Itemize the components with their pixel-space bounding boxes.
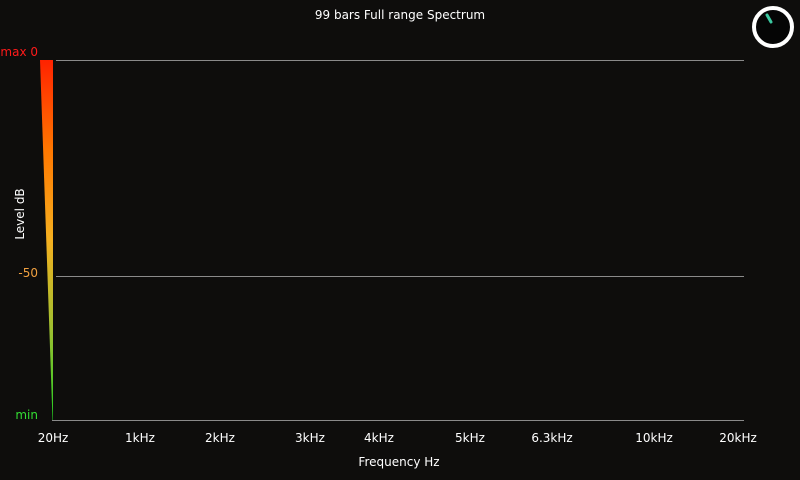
y-label-max: max 0 (0, 45, 38, 59)
x-tick-3khz: 3kHz (295, 431, 325, 445)
x-axis-title: Frequency Hz (358, 455, 440, 469)
y-axis-title: Level dB (13, 188, 27, 240)
x-tick-2khz: 2kHz (205, 431, 235, 445)
x-tick-20hz: 20Hz (37, 431, 69, 445)
x-axis-baseline (52, 420, 744, 421)
x-tick-5khz: 5kHz (455, 431, 485, 445)
x-tick-10khz: 10kHz (635, 431, 673, 445)
level-meter (40, 60, 53, 420)
spectrum-screen: 99 bars Full range Spectrum max 0 -50 mi… (0, 0, 800, 480)
x-tick-4khz: 4kHz (364, 431, 394, 445)
y-label-minus50: -50 (18, 266, 38, 280)
x-tick-1khz: 1kHz (125, 431, 155, 445)
level-meter-wedge (40, 60, 53, 420)
y-label-min: min (15, 408, 38, 422)
dial-ring (752, 6, 794, 48)
x-tick-20khz: 20kHz (719, 431, 757, 445)
x-tick-6-3khz: 6.3kHz (531, 431, 573, 445)
page-title: 99 bars Full range Spectrum (314, 8, 486, 22)
dial-icon[interactable] (750, 4, 796, 50)
gridline-minus50 (56, 276, 744, 277)
gridline-max (56, 60, 744, 61)
